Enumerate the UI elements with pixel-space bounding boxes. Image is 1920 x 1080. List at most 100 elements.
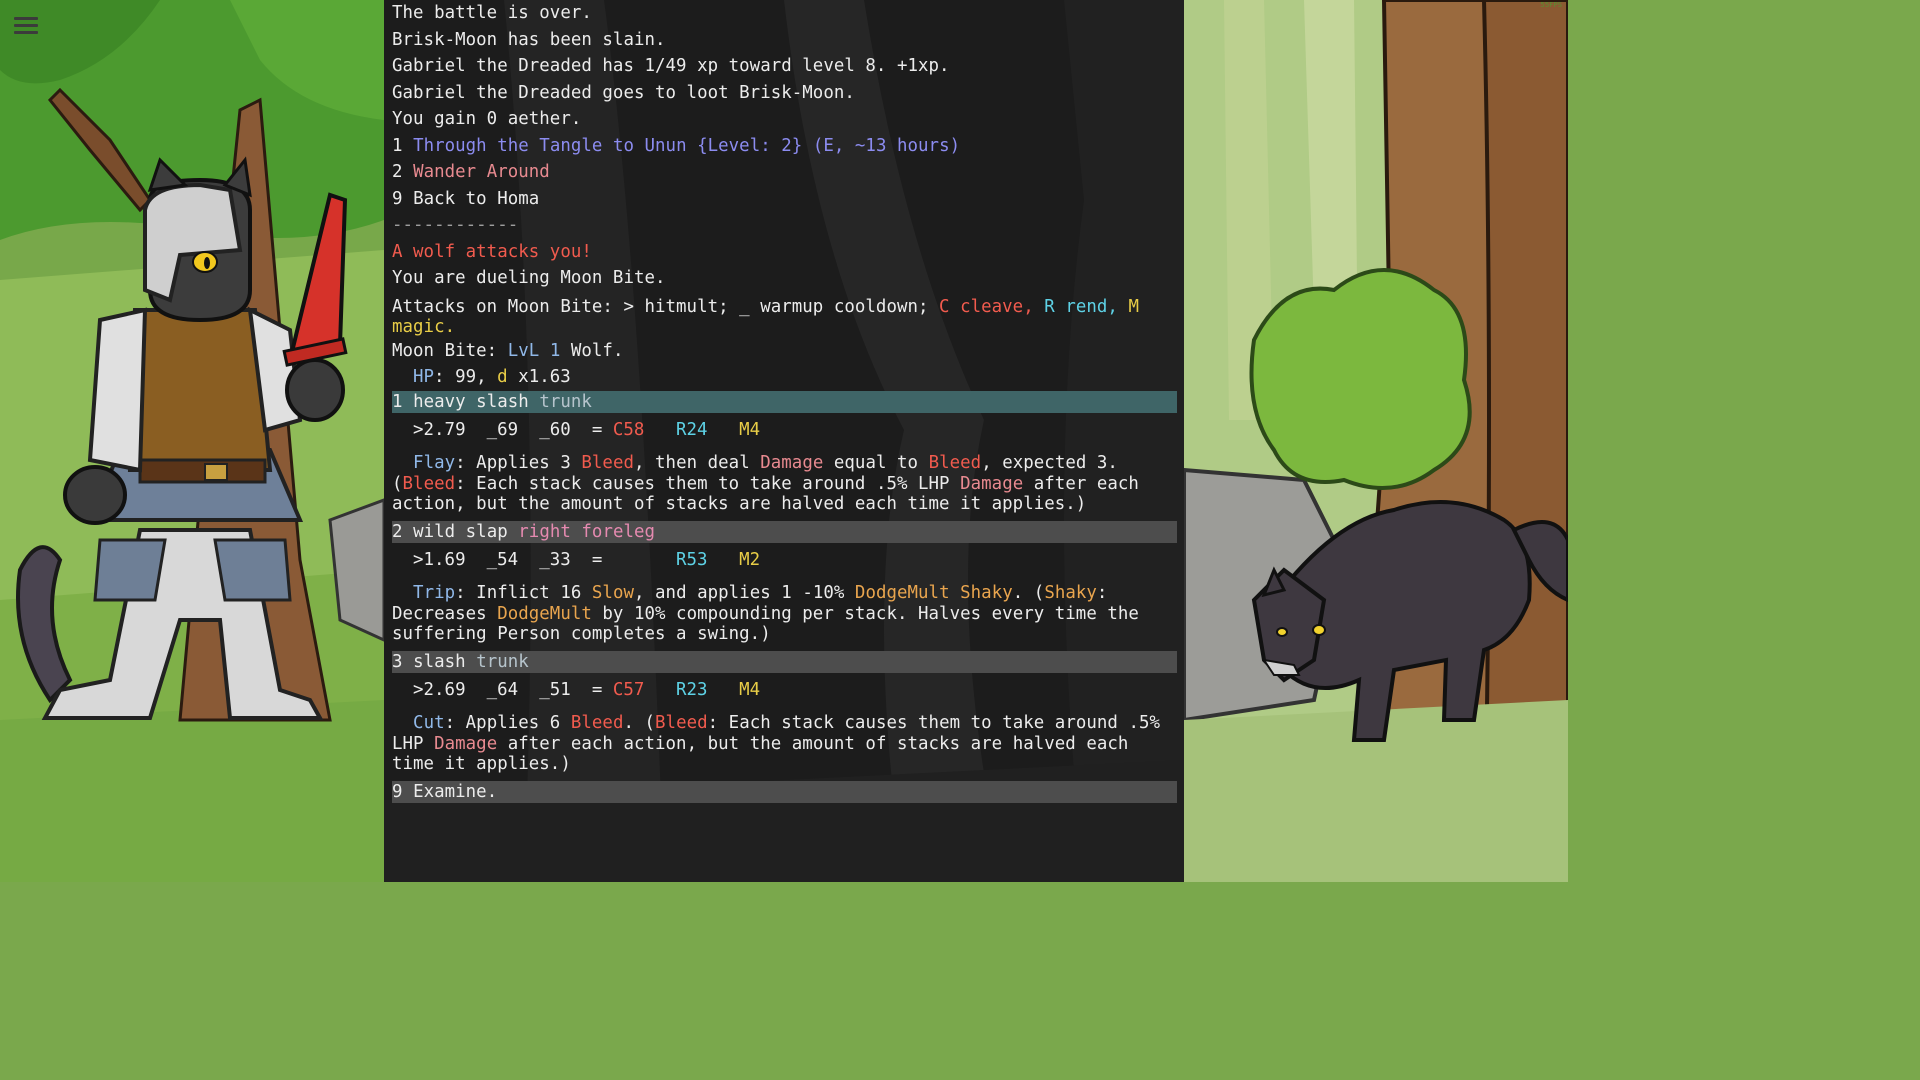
attack-stats: >2.79 _69 _60 = C58 R24 M4 bbox=[392, 417, 1177, 444]
encounter-dueling: You are dueling Moon Bite. bbox=[392, 268, 666, 288]
term-slow: Slow bbox=[591, 583, 634, 603]
option-number: 2 bbox=[392, 521, 403, 542]
rend-value: R23 bbox=[676, 679, 708, 700]
attack-target: trunk bbox=[539, 391, 592, 412]
rend-value: R24 bbox=[676, 419, 708, 440]
encounter-attack: A wolf attacks you! bbox=[392, 241, 592, 262]
enemy-stats: HP: 99, d x1.63 bbox=[392, 364, 1177, 391]
magic-value: M4 bbox=[739, 419, 761, 440]
hp-label: HP bbox=[413, 367, 435, 387]
term-dodgemult: DodgeMult bbox=[854, 583, 950, 603]
option-number: 1 bbox=[392, 391, 403, 412]
d-value: x1.63 bbox=[507, 367, 571, 387]
option-label: Examine. bbox=[413, 781, 498, 802]
enemy-name: Moon Bite: bbox=[392, 340, 508, 361]
cleave-value: C57 bbox=[612, 679, 645, 700]
player-portrait bbox=[0, 0, 384, 882]
attack-stats: >2.69 _64 _51 = C57 R23 M4 bbox=[392, 677, 1177, 704]
term-shaky: Shaky bbox=[1044, 583, 1097, 603]
term-dodgemult: DodgeMult bbox=[497, 603, 592, 624]
term-bleed: Bleed bbox=[928, 453, 982, 473]
attack-legend: Attacks on Moon Bite: > hitmult; _ warmu… bbox=[392, 297, 1177, 338]
stats-text: >1.69 _54 _33 = bbox=[413, 549, 613, 570]
desc-text: , and applies 1 -10% bbox=[634, 583, 855, 603]
effect-name: Cut bbox=[413, 713, 445, 733]
stats-text: >2.79 _69 _60 = bbox=[413, 419, 613, 440]
desc-text: : Applies 6 bbox=[444, 713, 571, 733]
attack-description: Flay: Applies 3 Bleed, then deal Damage … bbox=[392, 453, 1177, 515]
desc-text: : Each stack causes them to take around … bbox=[455, 473, 961, 494]
log-loot: Gabriel the Dreaded goes to loot Brisk-M… bbox=[392, 82, 855, 103]
attack-description: Trip: Inflict 16 Slow, and applies 1 -10… bbox=[392, 583, 1177, 645]
term-bleed: Bleed bbox=[655, 713, 708, 733]
legend-magic: magic. bbox=[392, 317, 456, 337]
player-scene bbox=[0, 0, 384, 882]
legend-rend-key: R bbox=[1044, 296, 1055, 317]
option-number: 3 bbox=[392, 651, 403, 672]
desc-text bbox=[950, 583, 961, 603]
effect-name: Trip bbox=[413, 583, 456, 603]
cleave-value: C58 bbox=[612, 419, 645, 440]
option-number: 2 bbox=[392, 162, 403, 182]
log-battle-over: The battle is over. bbox=[392, 3, 592, 23]
log-slain: Brisk-Moon has been slain. bbox=[392, 29, 666, 50]
magic-value: M2 bbox=[739, 549, 761, 570]
option-label: Back to Homa bbox=[413, 188, 540, 209]
enemy-scene: 55FPS bbox=[1184, 0, 1568, 882]
hamburger-menu-icon[interactable] bbox=[14, 17, 38, 35]
battle-log-panel: The battle is over. Brisk-Moon has been … bbox=[384, 0, 1184, 882]
term-damage: Damage bbox=[960, 473, 1024, 494]
attack-description: Cut: Applies 6 Bleed. (Bleed: Each stack… bbox=[392, 713, 1177, 775]
travel-option-9[interactable]: 9 Back to Homa bbox=[392, 186, 1177, 213]
magic-value: M4 bbox=[739, 679, 761, 700]
log-aether: You gain 0 aether. bbox=[392, 109, 582, 129]
option-label: Wander Around bbox=[413, 162, 550, 182]
attack-name: wild slap bbox=[413, 521, 508, 542]
attack-option-2[interactable]: 2 wild slap right foreleg bbox=[392, 520, 1177, 543]
enemy-kind: Wolf. bbox=[560, 340, 624, 361]
desc-text: . ( bbox=[623, 713, 656, 733]
rend-value: R53 bbox=[676, 549, 708, 570]
log-text: The battle is over. Brisk-Moon has been … bbox=[392, 0, 1177, 803]
stats-text: >2.69 _64 _51 = bbox=[413, 679, 613, 700]
attack-option-1[interactable]: 1 heavy slash trunk bbox=[392, 390, 1177, 413]
log-xp: Gabriel the Dreaded has 1/49 xp toward l… bbox=[392, 56, 950, 76]
desc-text: : Inflict 16 bbox=[455, 583, 592, 603]
fps-counter: 55FPS bbox=[1540, 1, 1562, 9]
attack-name: slash bbox=[413, 651, 466, 672]
term-bleed: Bleed bbox=[570, 713, 624, 733]
option-number: 1 bbox=[392, 135, 403, 156]
hp-value: : 99, bbox=[434, 367, 498, 387]
option-number: 9 bbox=[392, 781, 403, 802]
travel-option-2[interactable]: 2 Wander Around bbox=[392, 159, 1177, 186]
attack-stats: >1.69 _54 _33 = R53 M2 bbox=[392, 547, 1177, 574]
desc-text: equal to bbox=[823, 453, 929, 473]
enemy-header: Moon Bite: LvL 1 Wolf. bbox=[392, 338, 1177, 365]
enemy-level: LvL 1 bbox=[507, 340, 561, 361]
option-number: 9 bbox=[392, 188, 403, 209]
legend-rend: rend, bbox=[1065, 296, 1118, 317]
legend-magic-key: M bbox=[1128, 296, 1139, 317]
option-label: Through the Tangle to Unun {Level: 2} (E… bbox=[413, 135, 961, 156]
d-label: d bbox=[497, 367, 508, 387]
desc-text: after each action, but the amount of sta… bbox=[392, 733, 1139, 775]
legend-text: Attacks on Moon Bite: > hitmult; _ warmu… bbox=[392, 296, 940, 317]
attack-option-3[interactable]: 3 slash trunk bbox=[392, 650, 1177, 673]
legend-cleave: C cleave, bbox=[939, 296, 1034, 317]
desc-text: . ( bbox=[1012, 583, 1045, 603]
attack-target: right foreleg bbox=[518, 521, 656, 542]
desc-text: , then deal bbox=[634, 453, 761, 473]
examine-option[interactable]: 9 Examine. bbox=[392, 780, 1177, 803]
travel-option-1[interactable]: 1 Through the Tangle to Unun {Level: 2} … bbox=[392, 133, 1177, 160]
separator: ------------ bbox=[392, 215, 519, 235]
term-shaky: Shaky bbox=[960, 583, 1013, 603]
enemy-portrait bbox=[1184, 0, 1568, 882]
term-bleed: Bleed bbox=[581, 453, 634, 473]
effect-name: Flay bbox=[413, 453, 456, 473]
term-damage: Damage bbox=[434, 733, 498, 754]
attack-target: trunk bbox=[476, 651, 529, 672]
term-bleed: Bleed bbox=[402, 473, 456, 494]
attack-name: heavy slash bbox=[413, 391, 529, 412]
term-damage: Damage bbox=[760, 453, 824, 473]
desc-text: : Applies 3 bbox=[455, 453, 582, 473]
